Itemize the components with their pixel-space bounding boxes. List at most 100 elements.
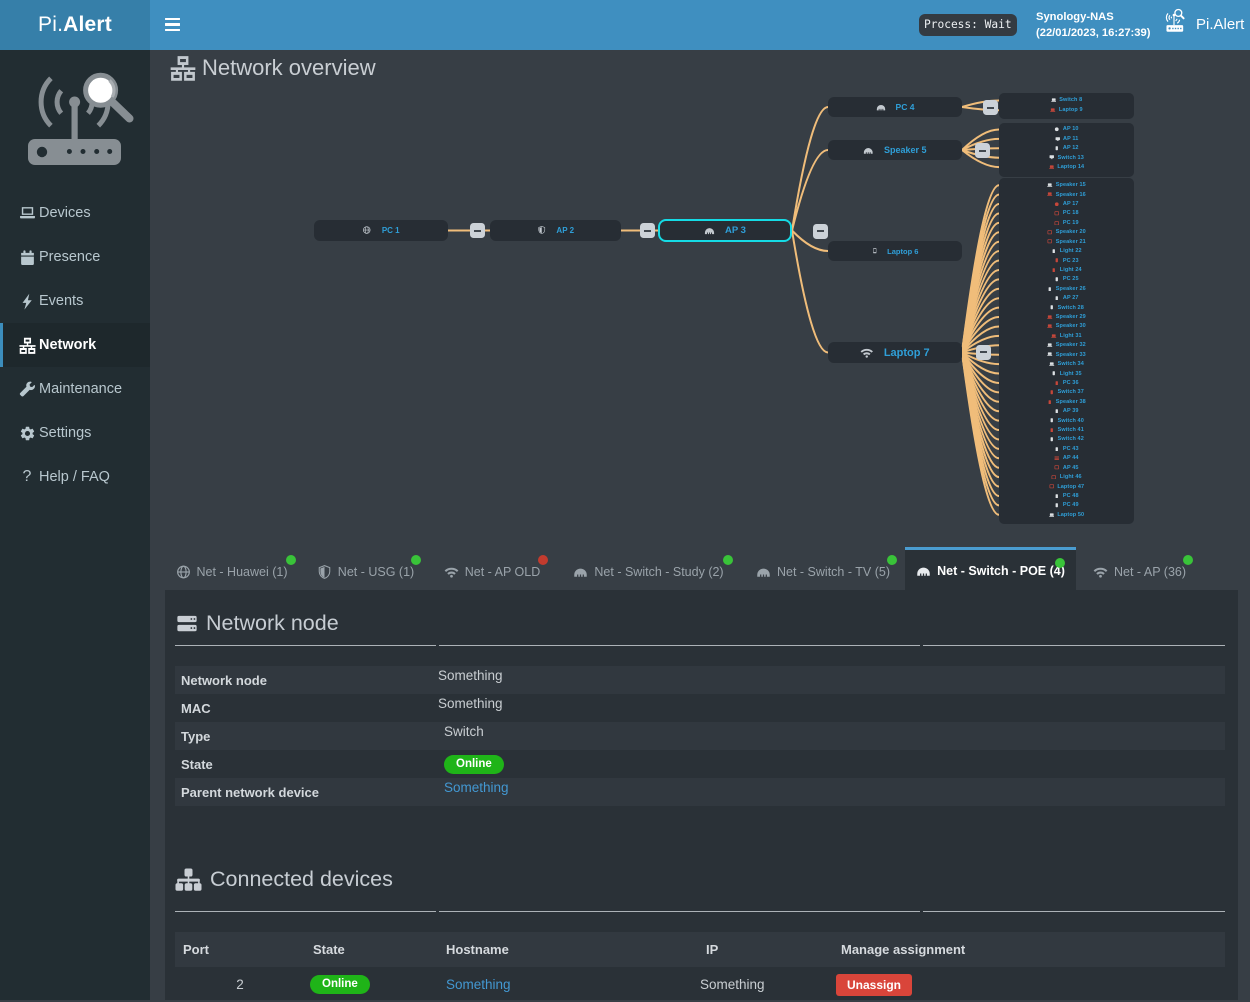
host-timestamp: (22/01/2023, 16:27:39) bbox=[1036, 25, 1150, 41]
leaf-device-laptop-47[interactable]: Laptop 47 bbox=[999, 482, 1134, 491]
sidebar-item-network[interactable]: Network bbox=[0, 323, 150, 367]
device-node-laptop-7[interactable]: Laptop 7 bbox=[828, 342, 962, 363]
leaf-device-switch-37[interactable]: Switch 37 bbox=[999, 388, 1134, 397]
leaf-device-pc-23[interactable]: PC 23 bbox=[999, 256, 1134, 265]
leaf-device-light-35[interactable]: Light 35 bbox=[999, 369, 1134, 378]
leaf-device-pc-25[interactable]: PC 25 bbox=[999, 275, 1134, 284]
device-node-pc-1[interactable]: PC 1 bbox=[314, 220, 448, 241]
leaf-group: Switch 8 Laptop 9 bbox=[999, 93, 1134, 119]
leaf-device-ap-11[interactable]: AP 11 bbox=[999, 134, 1134, 143]
divider bbox=[175, 645, 436, 646]
leaf-device-switch-28[interactable]: Switch 28 bbox=[999, 303, 1134, 312]
leaf-device-ap-45[interactable]: AP 45 bbox=[999, 463, 1134, 472]
laptop-icon bbox=[1047, 343, 1053, 348]
leaf-device-speaker-30[interactable]: Speaker 30 bbox=[999, 322, 1134, 331]
leaf-device-speaker-21[interactable]: Speaker 21 bbox=[999, 237, 1134, 246]
tab-net-huawei-1[interactable]: Net - Huawei (1) bbox=[163, 556, 300, 588]
leaf-device-laptop-14[interactable]: Laptop 14 bbox=[999, 162, 1134, 171]
tab-net-switch-study-2[interactable]: Net - Switch - Study (2) bbox=[560, 556, 737, 588]
leaf-device-pc-43[interactable]: PC 43 bbox=[999, 444, 1134, 453]
leaf-device-pc-49[interactable]: PC 49 bbox=[999, 501, 1134, 510]
leaf-device-pc-48[interactable]: PC 48 bbox=[999, 491, 1134, 500]
leaf-device-light-31[interactable]: Light 31 bbox=[999, 331, 1134, 340]
tab-net-ap-36[interactable]: Net - AP (36) bbox=[1082, 556, 1197, 588]
leaf-device-light-22[interactable]: Light 22 bbox=[999, 246, 1134, 255]
sidebar-item-devices[interactable]: Devices bbox=[0, 191, 150, 235]
phone-icon bbox=[1054, 409, 1060, 414]
leaf-group: Speaker 15 Speaker 16 AP 17 PC 18 PC 19 … bbox=[999, 178, 1134, 525]
leaf-device-ap-10[interactable]: AP 10 bbox=[999, 125, 1134, 134]
device-node-laptop-6[interactable]: Laptop 6 bbox=[828, 241, 962, 261]
tab-net-switch-tv-5[interactable]: Net - Switch - TV (5) bbox=[745, 556, 901, 588]
leaf-device-switch-42[interactable]: Switch 42 bbox=[999, 435, 1134, 444]
state-badge: Online bbox=[310, 975, 370, 994]
leaf-device-light-24[interactable]: Light 24 bbox=[999, 265, 1134, 274]
tab-net-usg-1[interactable]: Net - USG (1) bbox=[306, 556, 425, 588]
globe-icon bbox=[1054, 202, 1060, 207]
column-header-state: State bbox=[313, 932, 345, 967]
brand-logo[interactable]: Pi.Alert bbox=[0, 0, 150, 50]
network-topology-diagram[interactable]: PC 1 AP 2 AP 3 PC 4 Speaker 5 Laptop 6 L… bbox=[150, 50, 1250, 550]
dome-icon bbox=[573, 565, 588, 579]
collapse-button[interactable] bbox=[983, 100, 998, 115]
leaf-device-speaker-33[interactable]: Speaker 33 bbox=[999, 350, 1134, 359]
leaf-device-laptop-9[interactable]: Laptop 9 bbox=[999, 105, 1134, 115]
leaf-device-ap-39[interactable]: AP 39 bbox=[999, 406, 1134, 415]
device-node-pc-4[interactable]: PC 4 bbox=[828, 97, 962, 117]
leaf-device-switch-13[interactable]: Switch 13 bbox=[999, 153, 1134, 162]
leaf-device-ap-17[interactable]: AP 17 bbox=[999, 199, 1134, 208]
leaf-device-switch-34[interactable]: Switch 34 bbox=[999, 359, 1134, 368]
sidebar-toggle-button[interactable] bbox=[165, 18, 180, 32]
leaf-device-laptop-50[interactable]: Laptop 50 bbox=[999, 510, 1134, 519]
leaf-device-speaker-29[interactable]: Speaker 29 bbox=[999, 312, 1134, 321]
leaf-device-switch-41[interactable]: Switch 41 bbox=[999, 425, 1134, 434]
leaf-device-pc-19[interactable]: PC 19 bbox=[999, 218, 1134, 227]
pialert-app: { "app": { "brand_prefix": "Pi.", "brand… bbox=[0, 0, 1250, 1000]
leaf-device-light-46[interactable]: Light 46 bbox=[999, 472, 1134, 481]
phone-icon bbox=[1049, 428, 1055, 433]
collapse-button[interactable] bbox=[975, 143, 990, 158]
sidebar-item-events[interactable]: Events bbox=[0, 279, 150, 323]
sidebar-item-maintenance[interactable]: Maintenance bbox=[0, 367, 150, 411]
leaf-device-pc-18[interactable]: PC 18 bbox=[999, 209, 1134, 218]
leaf-device-speaker-32[interactable]: Speaker 32 bbox=[999, 341, 1134, 350]
divider bbox=[923, 645, 1225, 646]
laptop-icon bbox=[1047, 183, 1053, 188]
sidebar-item-settings[interactable]: Settings bbox=[0, 411, 150, 455]
collapse-button[interactable] bbox=[813, 224, 828, 239]
leaf-device-ap-44[interactable]: AP 44 bbox=[999, 454, 1134, 463]
sidebar: DevicesPresenceEventsNetworkMaintenanceS… bbox=[0, 50, 150, 1000]
cell-hostname-link[interactable]: Something bbox=[446, 967, 511, 1002]
collapse-button[interactable] bbox=[976, 345, 991, 360]
collapse-button[interactable] bbox=[470, 223, 485, 238]
leaf-device-speaker-15[interactable]: Speaker 15 bbox=[999, 180, 1134, 189]
unassign-button[interactable]: Unassign bbox=[836, 974, 912, 996]
leaf-device-switch-40[interactable]: Switch 40 bbox=[999, 416, 1134, 425]
field-label: MAC bbox=[181, 694, 211, 722]
phone-icon bbox=[1049, 418, 1055, 423]
parent-device-link[interactable]: Something bbox=[444, 780, 509, 795]
leaf-device-speaker-26[interactable]: Speaker 26 bbox=[999, 284, 1134, 293]
leaf-device-pc-36[interactable]: PC 36 bbox=[999, 378, 1134, 387]
device-row: 2 Online Something Something Unassign bbox=[175, 967, 1225, 1002]
leaf-device-speaker-20[interactable]: Speaker 20 bbox=[999, 228, 1134, 237]
sidebar-item-label: Help / FAQ bbox=[39, 469, 110, 485]
tab-net-switch-poe-4[interactable]: Net - Switch - POE (4) bbox=[905, 547, 1076, 592]
device-node-ap-2[interactable]: AP 2 bbox=[490, 220, 621, 241]
tab-label: Net - AP OLD bbox=[465, 565, 541, 579]
leaf-device-ap-27[interactable]: AP 27 bbox=[999, 293, 1134, 302]
leaf-device-ap-12[interactable]: AP 12 bbox=[999, 144, 1134, 153]
tab-net-ap-old[interactable]: Net - AP OLD bbox=[432, 556, 552, 588]
field-value: Something bbox=[438, 696, 503, 711]
status-dot-green bbox=[887, 555, 897, 565]
laptop-icon bbox=[1051, 334, 1057, 339]
sidebar-item-presence[interactable]: Presence bbox=[0, 235, 150, 279]
collapse-button[interactable] bbox=[640, 223, 655, 238]
leaf-device-switch-8[interactable]: Switch 8 bbox=[999, 96, 1134, 106]
leaf-device-speaker-38[interactable]: Speaker 38 bbox=[999, 397, 1134, 406]
device-node-speaker-5[interactable]: Speaker 5 bbox=[828, 140, 962, 160]
laptop-icon bbox=[1049, 165, 1055, 170]
leaf-device-speaker-16[interactable]: Speaker 16 bbox=[999, 190, 1134, 199]
sidebar-item-help-faq[interactable]: ?Help / FAQ bbox=[0, 455, 150, 499]
device-node-ap-3[interactable]: AP 3 bbox=[658, 219, 792, 242]
